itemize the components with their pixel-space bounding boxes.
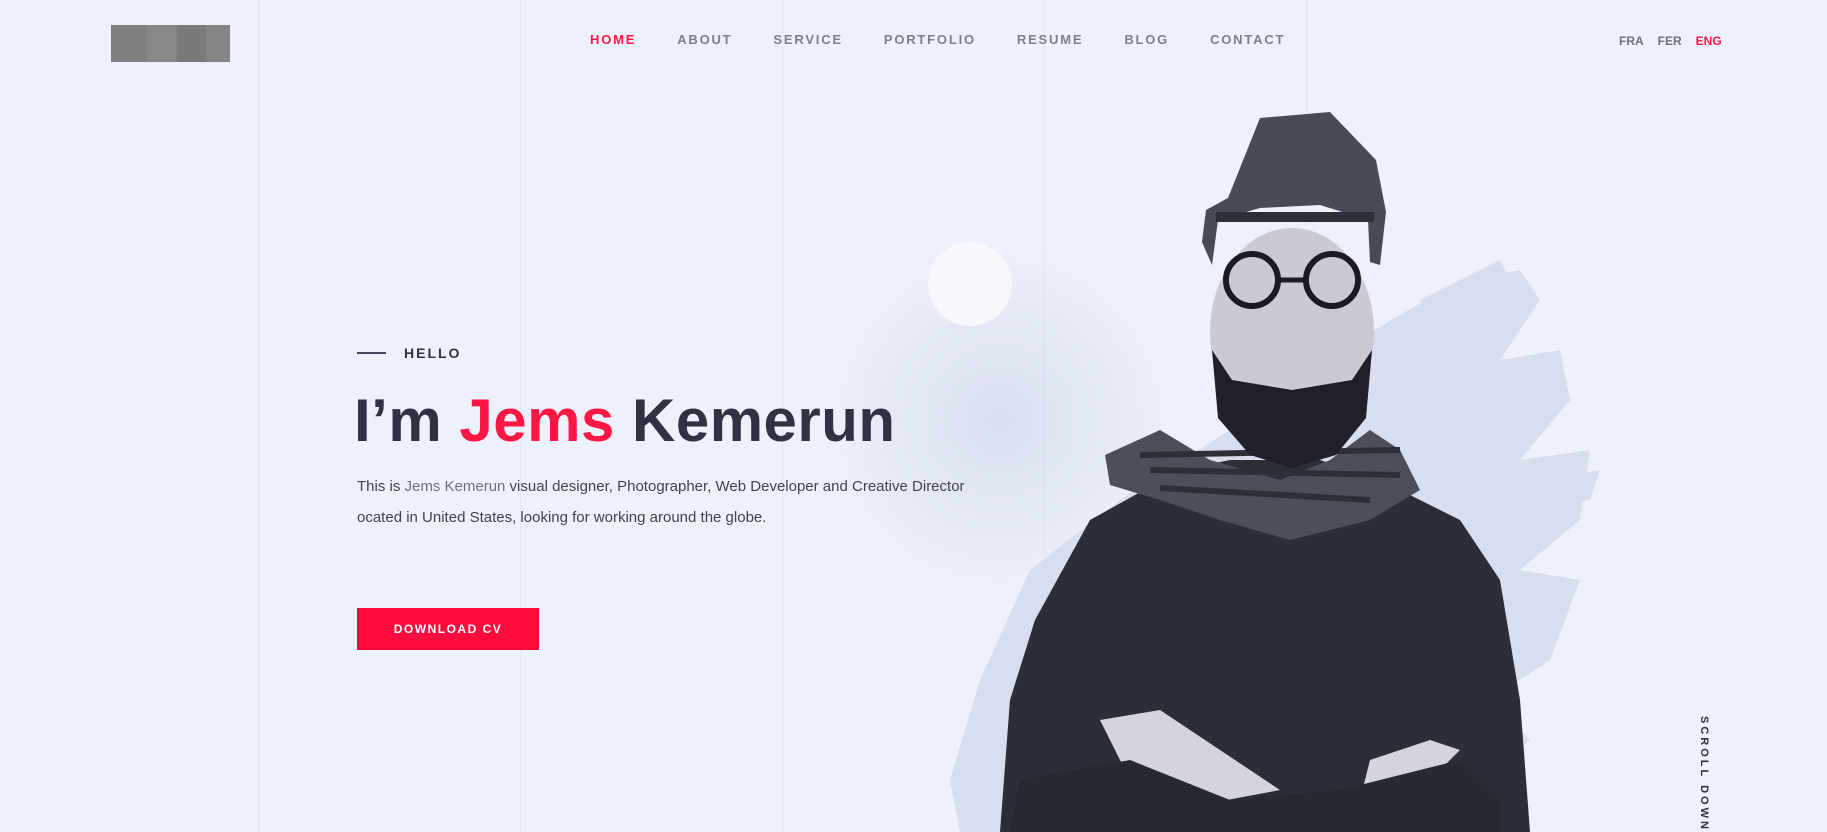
nav-blog[interactable]: BLOG	[1124, 32, 1169, 47]
hello-eyebrow: HELLO	[357, 345, 461, 361]
headline-name-accent: Jems	[459, 387, 615, 454]
lang-fra[interactable]: FRA	[1619, 34, 1644, 48]
nav-resume[interactable]: RESUME	[1017, 32, 1083, 47]
portrait-image	[950, 112, 1600, 832]
hero-headline: I’m Jems Kemerun	[354, 386, 896, 455]
nav-portfolio[interactable]: PORTFOLIO	[884, 32, 976, 47]
main-nav: HOME ABOUT SERVICE PORTFOLIO RESUME BLOG…	[590, 32, 1326, 47]
nav-home[interactable]: HOME	[590, 32, 636, 47]
desc-name: Jems Kemerun	[404, 478, 506, 495]
nav-contact[interactable]: CONTACT	[1210, 32, 1285, 47]
download-cv-button[interactable]: DOWNLOAD CV	[357, 608, 539, 650]
eyebrow-line	[357, 352, 386, 354]
nav-about[interactable]: ABOUT	[677, 32, 732, 47]
language-switcher: FRA FER ENG	[1619, 34, 1736, 48]
scroll-down-indicator[interactable]: SCROLL DOWN	[1698, 716, 1710, 832]
lang-eng[interactable]: ENG	[1696, 34, 1722, 48]
headline-name-rest: Kemerun	[614, 387, 896, 454]
site-logo[interactable]	[111, 25, 230, 62]
hero-description: This is Jems Kemerun visual designer, Ph…	[357, 471, 997, 533]
desc-line1-rest: visual designer, Photographer, Web Devel…	[505, 478, 965, 495]
desc-prefix: This is	[357, 478, 405, 495]
nav-service[interactable]: SERVICE	[773, 32, 842, 47]
eyebrow-text: HELLO	[404, 345, 462, 361]
grid-line	[258, 0, 259, 832]
headline-prefix: I’m	[354, 387, 460, 454]
desc-line2: ocated in United States, looking for wor…	[357, 509, 767, 526]
lang-fer[interactable]: FER	[1658, 34, 1682, 48]
